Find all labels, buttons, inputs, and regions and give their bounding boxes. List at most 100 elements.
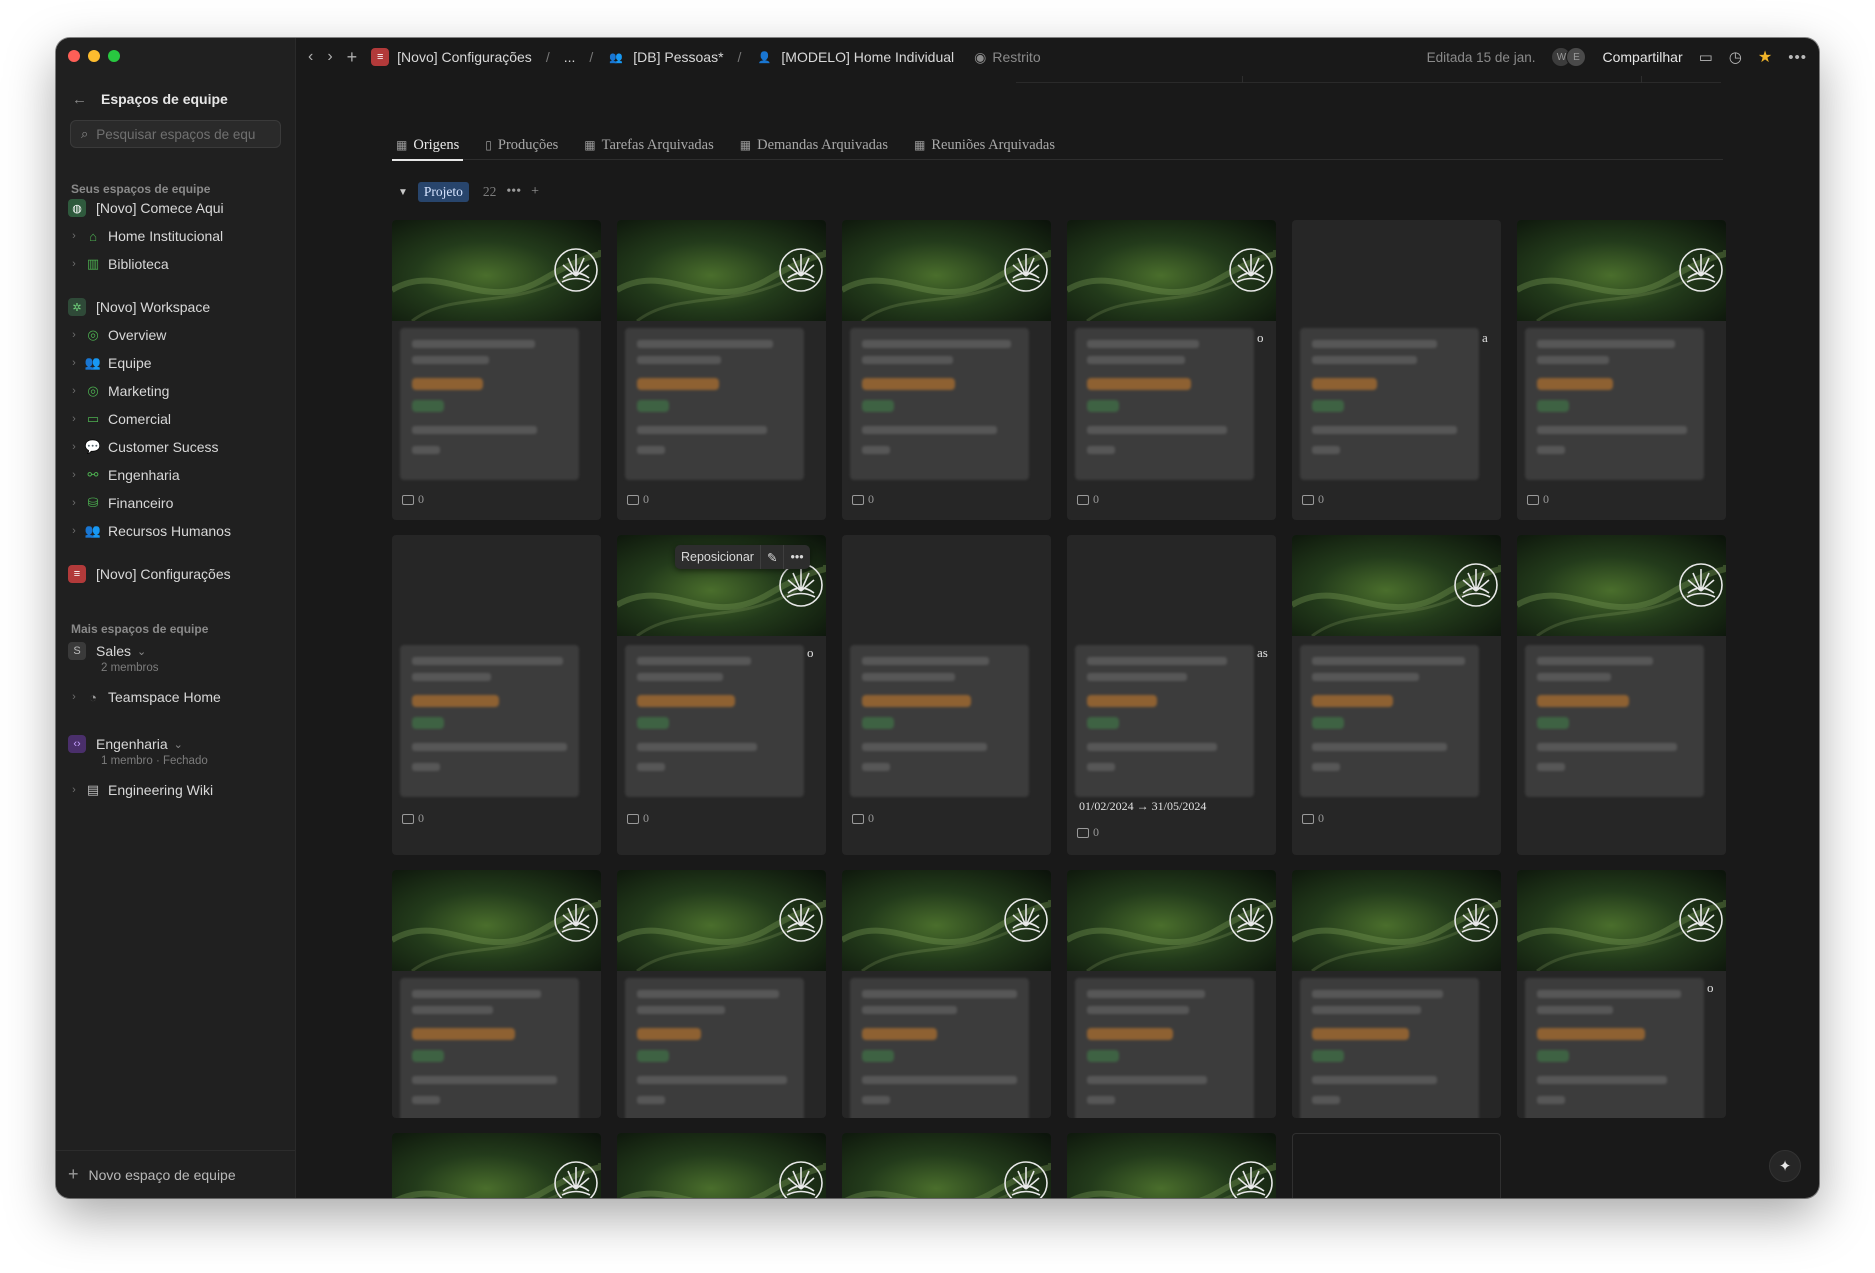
minimize-window-button[interactable] xyxy=(88,50,100,62)
add-plus-icon[interactable]: + xyxy=(531,184,539,200)
forward-arrow-icon[interactable]: › xyxy=(327,48,332,66)
gallery-card[interactable]: o xyxy=(1517,870,1726,1118)
tab-tarefas-arquivadas[interactable]: ▦ Tarefas Arquivadas xyxy=(580,130,717,160)
collaborator-avatars[interactable]: W E xyxy=(1551,47,1587,67)
gallery-card[interactable] xyxy=(617,1133,826,1198)
card-comment-count[interactable]: 0 xyxy=(852,492,874,507)
tab-producoes[interactable]: ▯ Produções xyxy=(481,130,562,160)
breadcrumb-home-individual[interactable]: [MODELO] Home Individual xyxy=(781,49,954,65)
chevron-right-icon[interactable]: › xyxy=(68,230,80,242)
gallery-card[interactable] xyxy=(617,870,826,1118)
gallery-card[interactable] xyxy=(392,1133,601,1198)
chevron-down-icon[interactable]: ⌄ xyxy=(137,645,146,658)
sidebar-item-home-institucional[interactable]: › ⌂ Home Institucional xyxy=(68,224,285,248)
gallery-card[interactable]: 0 xyxy=(1292,535,1501,855)
teamspace-search[interactable]: ⌕ xyxy=(70,120,281,148)
restricted-indicator[interactable]: ◉ Restrito xyxy=(974,49,1040,66)
gallery-card[interactable]: 0 xyxy=(842,220,1051,520)
card-comment-count[interactable]: 0 xyxy=(1527,492,1549,507)
sidebar-item-customer-sucess[interactable]: › 💬 Customer Sucess xyxy=(68,435,285,459)
sidebar-item-comece-aqui[interactable]: ◍ [Novo] Comece Aqui xyxy=(68,196,285,220)
collapse-triangle-icon[interactable]: ▼ xyxy=(398,187,408,198)
arrow-left-icon[interactable]: ← xyxy=(72,91,87,108)
sidebar-item-financeiro[interactable]: › ⛁ Financeiro xyxy=(68,491,285,515)
chevron-right-icon[interactable]: › xyxy=(68,385,80,397)
chevron-right-icon[interactable]: › xyxy=(68,258,80,270)
chevron-right-icon[interactable]: › xyxy=(68,497,80,509)
sidebar-item-biblioteca[interactable]: › ▥ Biblioteca xyxy=(68,252,285,276)
sidebar-item-engenharia[interactable]: › ⚯ Engenharia xyxy=(68,463,285,487)
chevron-right-icon[interactable]: › xyxy=(68,469,80,481)
gallery-card[interactable] xyxy=(1517,535,1726,855)
chevron-right-icon[interactable]: › xyxy=(68,441,80,453)
card-comment-count[interactable]: 0 xyxy=(402,492,424,507)
card-comment-count[interactable]: 0 xyxy=(1077,492,1099,507)
card-comment-count[interactable]: 0 xyxy=(1302,811,1324,826)
teamspace-search-input[interactable] xyxy=(96,126,257,142)
more-options-icon[interactable]: ••• xyxy=(1788,49,1807,66)
sidebar-item-sales[interactable]: S Sales ⌄ xyxy=(68,639,285,663)
gallery-card[interactable]: 0 xyxy=(842,535,1051,855)
sidebar-item-engineering-wiki[interactable]: › ▤ Engineering Wiki xyxy=(68,778,285,802)
gallery-card[interactable]: a 0 xyxy=(1292,220,1501,520)
share-button[interactable]: Compartilhar xyxy=(1602,49,1682,65)
gallery-card[interactable]: o 0 xyxy=(1067,220,1276,520)
back-arrow-icon[interactable]: ‹ xyxy=(308,48,313,66)
chevron-right-icon[interactable]: › xyxy=(68,413,80,425)
card-comment-count[interactable]: 0 xyxy=(1077,825,1099,840)
breadcrumb-db-pessoas[interactable]: [DB] Pessoas* xyxy=(633,49,723,65)
breadcrumb-ellipsis[interactable]: ... xyxy=(564,49,576,65)
sidebar-item-overview[interactable]: › ◎ Overview xyxy=(68,323,285,347)
tab-demandas-arquivadas[interactable]: ▦ Demandas Arquivadas xyxy=(736,130,892,160)
card-comment-count[interactable]: 0 xyxy=(627,492,649,507)
tab-reunioes-arquivadas[interactable]: ▦ Reuniões Arquivadas xyxy=(910,130,1059,160)
chevron-right-icon[interactable]: › xyxy=(68,329,80,341)
sidebar-item-workspace[interactable]: ✲ [Novo] Workspace xyxy=(68,295,285,319)
close-window-button[interactable] xyxy=(68,50,80,62)
gallery-card[interactable]: as 01/02/2024 → 31/05/2024 0 xyxy=(1067,535,1276,855)
gallery-card[interactable] xyxy=(1067,1133,1276,1198)
gallery-card[interactable] xyxy=(842,870,1051,1118)
gallery-card[interactable] xyxy=(842,1133,1051,1198)
group-tag[interactable]: Projeto xyxy=(417,182,469,202)
clock-icon[interactable]: ◷ xyxy=(1729,48,1742,66)
sidebar-item-marketing[interactable]: › ◎ Marketing xyxy=(68,379,285,403)
chevron-right-icon[interactable]: › xyxy=(68,784,80,796)
chevron-right-icon[interactable]: › xyxy=(68,357,80,369)
sidebar-item-configuracoes[interactable]: ≡ [Novo] Configurações xyxy=(68,562,285,586)
gallery-card[interactable]: 0 xyxy=(392,535,601,855)
gallery-card[interactable] xyxy=(1292,870,1501,1118)
sparkle-ai-button[interactable]: ✦ xyxy=(1769,1150,1801,1182)
card-comment-count[interactable]: 0 xyxy=(402,811,424,826)
chevron-down-icon[interactable]: ⌄ xyxy=(174,738,183,751)
sidebar-item-engenharia-space[interactable]: ‹› Engenharia ⌄ xyxy=(68,732,285,756)
sidebar-item-teamspace-home[interactable]: › ◔ Teamspace Home xyxy=(68,685,285,709)
sidebar-item-equipe[interactable]: › 👥 Equipe xyxy=(68,351,285,375)
tab-origens[interactable]: ▦ Origens xyxy=(392,130,464,161)
gallery-card[interactable]: 0 xyxy=(1517,220,1726,520)
chevron-right-icon[interactable]: › xyxy=(68,525,80,537)
more-options-icon[interactable]: ••• xyxy=(506,184,521,200)
chevron-right-icon[interactable]: › xyxy=(68,691,80,703)
new-teamspace-button[interactable]: + Novo espaço de equipe xyxy=(56,1150,295,1198)
comments-icon[interactable]: ▭ xyxy=(1699,48,1713,66)
reposition-button[interactable]: Reposicionar xyxy=(675,550,760,564)
new-page-plus-icon[interactable]: + xyxy=(347,47,358,68)
gallery-card[interactable]: 0 xyxy=(392,220,601,520)
card-comment-count[interactable]: 0 xyxy=(1302,492,1324,507)
sidebar-item-comercial[interactable]: › ▭ Comercial xyxy=(68,407,285,431)
gallery-card[interactable]: 0 xyxy=(617,220,826,520)
gallery-card[interactable] xyxy=(392,870,601,1118)
more-options-icon[interactable]: ••• xyxy=(784,550,809,564)
tab-label: Reuniões Arquivadas xyxy=(931,136,1055,153)
star-icon[interactable]: ★ xyxy=(1758,47,1772,67)
maximize-window-button[interactable] xyxy=(108,50,120,62)
breadcrumb-configuracoes[interactable]: [Novo] Configurações xyxy=(397,49,532,65)
gallery-card[interactable] xyxy=(1067,870,1276,1118)
gallery-card[interactable]: o 0 Reposicionar ✎ ••• xyxy=(617,535,826,855)
card-comment-count[interactable]: 0 xyxy=(852,811,874,826)
card-comment-count[interactable]: 0 xyxy=(627,811,649,826)
pencil-icon[interactable]: ✎ xyxy=(761,550,783,565)
sidebar-item-recursos-humanos[interactable]: › 👥 Recursos Humanos xyxy=(68,519,285,543)
gallery-card-placeholder[interactable] xyxy=(1292,1133,1501,1198)
